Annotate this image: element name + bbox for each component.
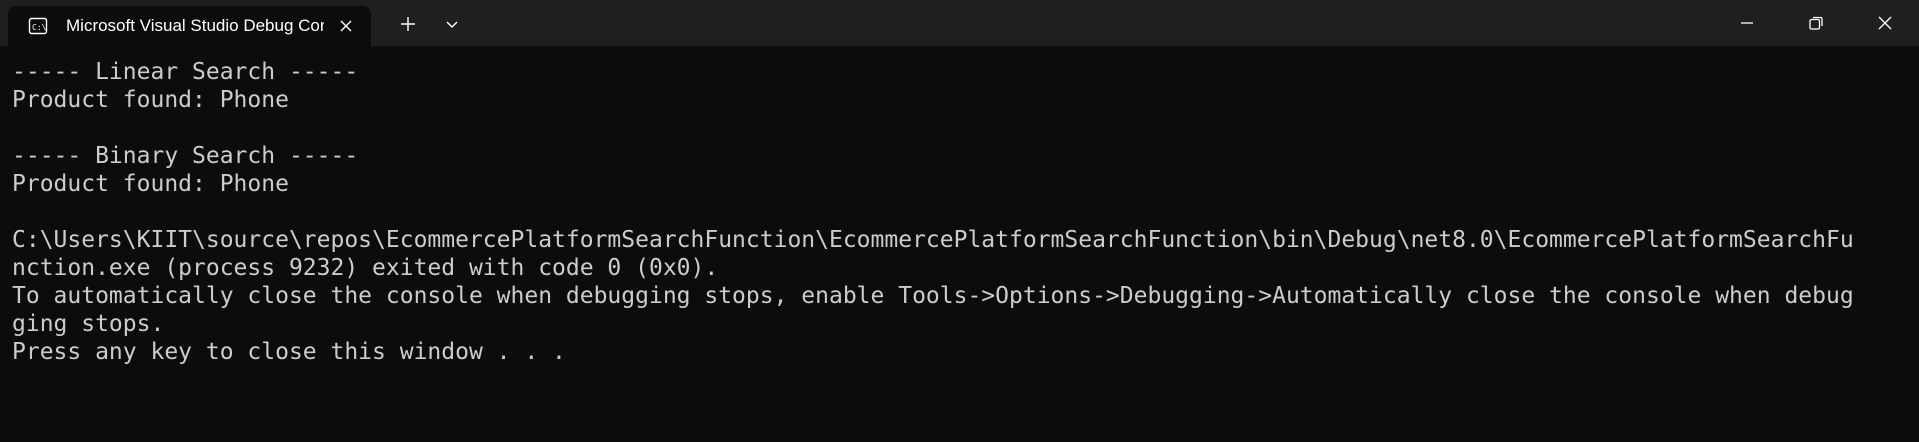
console-line: ging stops. [12,311,165,337]
console-output[interactable]: ----- Linear Search ----- Product found:… [12,58,1902,366]
console-line: To automatically close the console when … [12,283,1854,309]
restore-icon[interactable] [1782,0,1850,46]
console-line: C:\Users\KIIT\source\repos\EcommercePlat… [12,227,1854,253]
console-line: ----- Binary Search ----- [12,143,359,169]
terminal-window: C:\ Microsoft Visual Studio Debug Consol… [0,0,1919,442]
title-bar: C:\ Microsoft Visual Studio Debug Consol… [0,0,1919,46]
console-line: Product found: Phone [12,87,289,113]
console-line: ----- Linear Search ----- [12,59,359,85]
minimize-icon[interactable] [1713,0,1781,46]
svg-text:C:\: C:\ [32,23,47,32]
console-icon: C:\ [28,16,48,36]
close-icon[interactable] [334,14,358,38]
console-line: Product found: Phone [12,171,289,197]
close-window-icon[interactable] [1851,0,1919,46]
console-line: nction.exe (process 9232) exited with co… [12,255,719,281]
chevron-down-icon[interactable] [438,10,466,38]
tab-title: Microsoft Visual Studio Debug Console [66,16,324,35]
plus-icon[interactable] [394,10,422,38]
tab-debug-console[interactable]: C:\ Microsoft Visual Studio Debug Consol… [8,6,371,46]
console-line: Press any key to close this window . . . [12,339,566,365]
